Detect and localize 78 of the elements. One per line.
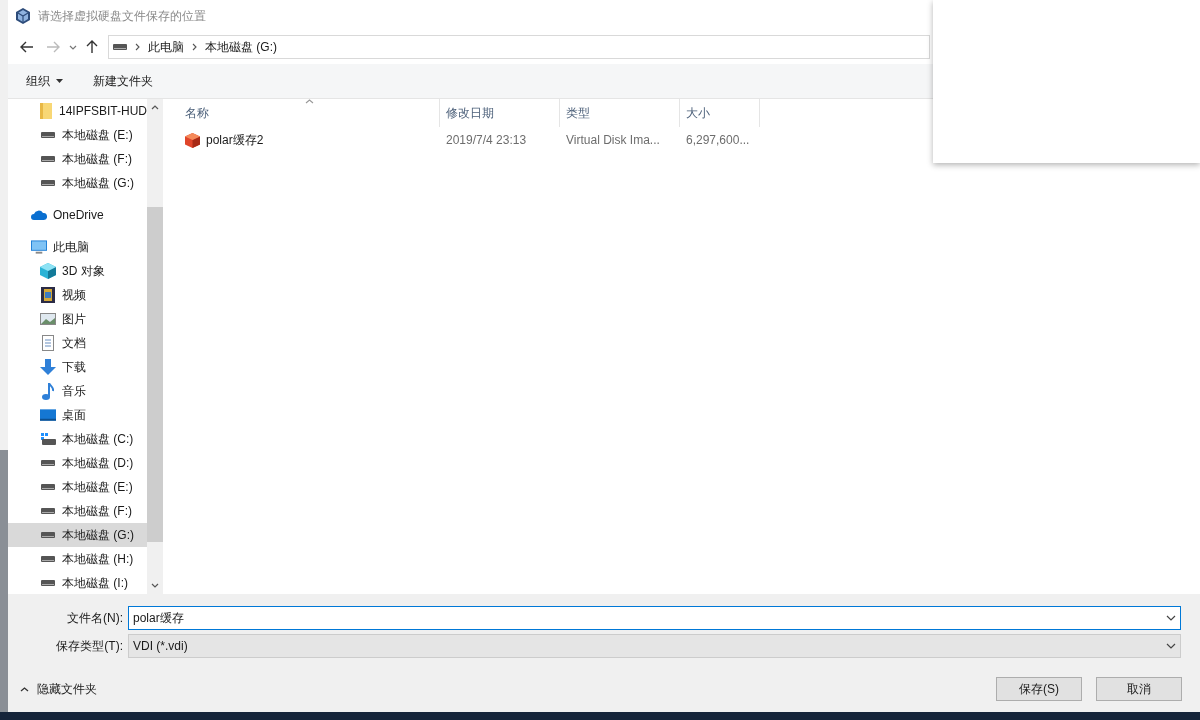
chevron-down-icon — [1166, 615, 1176, 621]
sort-ascending-icon — [305, 99, 314, 104]
scroll-down-icon — [151, 583, 159, 588]
nav-item[interactable]: 桌面 — [8, 403, 147, 427]
chevron-up-icon — [20, 686, 29, 692]
cancel-button[interactable]: 取消 — [1096, 677, 1182, 701]
monitor-icon — [31, 239, 47, 255]
cube-icon — [40, 263, 56, 279]
app-icon — [16, 8, 30, 24]
system-drive-icon — [40, 433, 56, 445]
chevron-down-icon — [1166, 643, 1176, 649]
nav-item[interactable]: 本地磁盘 (E:) — [8, 475, 147, 499]
nav-item[interactable]: 本地磁盘 (I:) — [8, 571, 147, 594]
forward-arrow-icon — [46, 41, 60, 53]
organize-menu-button[interactable]: 组织 — [26, 72, 63, 90]
nav-item[interactable]: OneDrive — [8, 203, 147, 227]
file-type-dropdown[interactable]: VDI (*.vdi) — [128, 634, 1181, 658]
drive-icon — [41, 460, 55, 466]
nav-item[interactable]: 本地磁盘 (F:) — [8, 499, 147, 523]
nav-item[interactable]: 3D 对象 — [8, 259, 147, 283]
nav-item[interactable]: 本地磁盘 (F:) — [8, 147, 147, 171]
table-cell-text: 2019/7/4 23:13 — [445, 132, 528, 149]
address-bar[interactable]: 此电脑 本地磁盘 (G:) — [108, 35, 930, 59]
filename-field[interactable]: polar缓存 — [128, 606, 1181, 630]
desktop-icon — [40, 409, 56, 421]
filename-label: 文件名(N): — [66, 610, 124, 627]
drive-icon — [41, 180, 55, 186]
scroll-up-icon — [151, 105, 159, 110]
table-cell-text: 6,297,600... — [685, 132, 751, 149]
file-name[interactable]: polar缓存2 — [206, 131, 264, 149]
document-icon — [42, 335, 54, 351]
drive-icon — [41, 556, 55, 562]
nav-item[interactable]: 本地磁盘 (E:) — [8, 123, 147, 147]
nav-item[interactable]: 本地磁盘 (G:) — [8, 171, 147, 195]
scrollbar-thumb[interactable] — [147, 207, 163, 542]
folder-icon — [40, 103, 53, 119]
breadcrumb-link[interactable]: 本地磁盘 (G:) — [205, 38, 277, 56]
new-folder-button[interactable]: 新建文件夹 — [93, 72, 153, 90]
drive-icon — [41, 156, 55, 162]
file-type-label: 保存类型(T): — [55, 638, 124, 655]
nav-item[interactable]: 14IPFSBIT-HUD — [8, 99, 147, 123]
save-button[interactable]: 保存(S) — [996, 677, 1082, 701]
drive-icon — [113, 44, 127, 50]
window-title: 请选择虚拟硬盘文件保存的位置 — [38, 8, 206, 25]
chevron-right-icon — [135, 43, 140, 51]
chevron-down-icon — [69, 44, 77, 50]
nav-item[interactable]: 图片 — [8, 307, 147, 331]
scrollbar[interactable] — [147, 99, 163, 594]
table-cell-text: Virtual Disk Ima... — [565, 132, 661, 149]
chevron-right-icon — [192, 43, 197, 51]
drive-icon — [41, 580, 55, 586]
picture-icon — [40, 313, 56, 325]
hide-folders-button[interactable]: 隐藏文件夹 — [20, 680, 97, 698]
nav-item[interactable]: 本地磁盘 (H:) — [8, 547, 147, 571]
down-arrow-icon — [40, 359, 56, 375]
drive-icon — [41, 508, 55, 514]
drive-icon — [41, 532, 55, 538]
dropdown-triangle-icon — [56, 79, 63, 83]
drive-icon — [41, 484, 55, 490]
back-arrow-icon — [20, 41, 34, 53]
column-header[interactable]: 名称 — [163, 99, 440, 127]
nav-item[interactable]: 下载 — [8, 355, 147, 379]
column-header[interactable]: 修改日期 — [440, 99, 560, 127]
breadcrumb-link[interactable]: 此电脑 — [148, 38, 184, 56]
nav-item[interactable]: 本地磁盘 (G:) — [8, 523, 147, 547]
nav-item[interactable]: 本地磁盘 (D:) — [8, 451, 147, 475]
nav-item[interactable]: 本地磁盘 (C:) — [8, 427, 147, 451]
cloud-icon — [31, 210, 47, 220]
column-header[interactable]: 大小 — [680, 99, 760, 127]
nav-item[interactable]: 音乐 — [8, 379, 147, 403]
drive-icon — [41, 132, 55, 138]
film-icon — [41, 287, 55, 303]
up-arrow-icon — [86, 40, 98, 54]
nav-item[interactable]: 视频 — [8, 283, 147, 307]
column-header[interactable]: 类型 — [560, 99, 680, 127]
nav-item[interactable]: 此电脑 — [8, 235, 147, 259]
nav-item[interactable]: 文档 — [8, 331, 147, 355]
music-note-icon — [42, 382, 54, 400]
